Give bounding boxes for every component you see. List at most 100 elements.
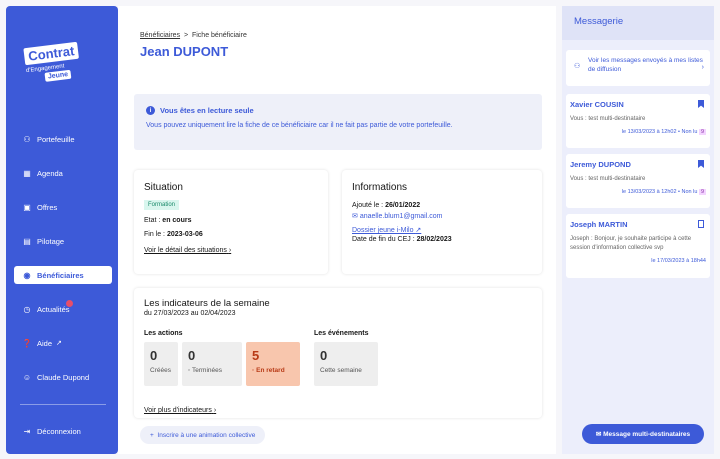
link-text: Voir plus d'indicateurs xyxy=(144,407,212,414)
nav-label: Aide xyxy=(37,338,53,348)
informations-card: Informations Ajouté le : 26/01/2022 ✉ an… xyxy=(342,170,542,274)
conv-meta: le 17/03/2023 à 18h44 xyxy=(651,258,706,264)
nav-label: Pilotage xyxy=(37,236,65,246)
nav-portefeuille[interactable]: ⚇ Portefeuille xyxy=(14,130,112,148)
more-indicators-link[interactable]: Voir plus d'indicateurs › xyxy=(144,407,216,414)
chevron-right-icon: > xyxy=(182,32,191,39)
plus-icon: + xyxy=(150,431,154,439)
tile-number: 5 xyxy=(252,348,260,363)
flag-outline-icon[interactable] xyxy=(698,220,704,228)
nav-label: Déconnexion xyxy=(37,426,81,436)
fin-cej-label: Date de fin du CEJ : xyxy=(352,236,417,243)
button-label: Inscrire à une animation collective xyxy=(157,431,256,439)
nav-actualites[interactable]: ◷ Actualités xyxy=(14,300,112,318)
dossier-link[interactable]: Dossier jeune i-Milo ↗ xyxy=(352,226,532,234)
tile-en-retard: 5 ◦ En retard xyxy=(246,342,300,386)
nav-offres[interactable]: ▣ Offres xyxy=(14,198,112,216)
conv-text: Joseph : Bonjour, je souhaite participe … xyxy=(570,236,692,251)
breadcrumb: Bénéficiaires > Fiche bénéficiaire xyxy=(140,32,247,39)
main-content: Bénéficiaires > Fiche bénéficiaire Jean … xyxy=(118,6,556,454)
breadcrumb-link[interactable]: Bénéficiaires xyxy=(140,32,180,39)
situation-tag: Formation xyxy=(144,200,180,210)
nav-agenda[interactable]: ▦ Agenda xyxy=(14,164,112,182)
nav-divider xyxy=(20,404,106,405)
tile-label: En retard xyxy=(256,367,285,374)
tile-terminees: 0 ◦ Terminées xyxy=(182,342,242,386)
alert-heading: Vous êtes en lecture seule xyxy=(160,106,254,115)
tile-creees: 0 Créées xyxy=(144,342,178,386)
logo-text: Contrat xyxy=(23,41,80,66)
offers-icon: ▣ xyxy=(23,202,31,212)
tile-label-wrap: ◦ En retard xyxy=(252,367,294,374)
anim-collective-button[interactable]: + Inscrire à une animation collective xyxy=(140,426,266,444)
nav-beneficiaires[interactable]: ◉ Bénéficiaires xyxy=(14,266,112,284)
email-value: anaelle.blum1@gmail.com xyxy=(359,213,443,220)
conv-name: Jeremy DUPOND xyxy=(570,160,631,169)
nav-label: Offres xyxy=(37,202,58,212)
multi-message-button[interactable]: ✉ Message multi-destinataires xyxy=(582,424,704,444)
dashboard-icon: ▤ xyxy=(23,236,31,246)
indicateurs-card: Les indicateurs de la semaine du 27/03/2… xyxy=(134,288,542,418)
readonly-alert: i Vous êtes en lecture seule Vous pouvez … xyxy=(134,94,542,150)
conv-meta: le 13/03/2023 à 12h02 • Non lu 9 xyxy=(570,189,706,195)
tile-label: Créées xyxy=(150,367,171,374)
arrow-icon: › xyxy=(228,247,232,254)
arrow-icon: › xyxy=(213,407,217,414)
nav-label: Actualités xyxy=(37,304,70,314)
conv-name: Joseph MARTIN xyxy=(570,220,628,229)
dossier-text: Dossier jeune i-Milo xyxy=(352,227,414,234)
tile-number: 0 xyxy=(320,348,328,363)
cej-logo: Contrat d'Engagement Jeune xyxy=(23,40,96,96)
conv-name: Xavier COUSIN xyxy=(570,100,624,109)
logo-jeune: Jeune xyxy=(44,69,72,82)
button-label: Message multi-destinataires xyxy=(603,430,691,438)
link-text: Voir le détail des situations xyxy=(144,247,227,254)
fin-cej-line: Date de fin du CEJ : 28/02/2023 xyxy=(352,236,532,243)
fin-value: 2023-03-06 xyxy=(166,231,203,238)
added-line: Ajouté le : 26/01/2022 xyxy=(352,202,532,209)
card-title: Informations xyxy=(352,182,408,193)
email-line: ✉ anaelle.blum1@gmail.com xyxy=(352,212,532,220)
clock-icon: ◷ xyxy=(23,304,31,314)
alert-text: Vous pouvez uniquement lire la fiche de … xyxy=(146,122,453,129)
conv-meta: le 13/03/2023 à 12h02 • Non lu 9 xyxy=(570,129,706,135)
sidebar: Contrat d'Engagement Jeune ⚇ Portefeuill… xyxy=(6,6,118,454)
nav-profile[interactable]: ☺ Claude Dupond xyxy=(14,368,112,386)
group-icon: ⚇ xyxy=(574,63,581,70)
added-label: Ajouté le : xyxy=(352,202,386,209)
conv-meta-text: le 13/03/2023 à 12h02 • Non lu xyxy=(621,129,698,135)
fin-cej-value: 28/02/2023 xyxy=(416,236,452,243)
tile-label: Cette semaine xyxy=(320,367,362,374)
diffusion-link[interactable]: ⚇ Voir les messages envoyés à mes listes… xyxy=(566,50,710,86)
conversation-item[interactable]: Jeremy DUPOND Vous : test multi-destinat… xyxy=(566,154,710,208)
breadcrumb-current: Fiche bénéficiaire xyxy=(191,32,247,39)
etat-value: en cours xyxy=(162,217,192,224)
logout-button[interactable]: ⇥ Déconnexion xyxy=(14,422,112,440)
etat-label: Etat : xyxy=(144,217,163,224)
nav-label: Agenda xyxy=(37,168,63,178)
messagerie-title: Messagerie xyxy=(562,6,714,40)
profile-icon: ☺ xyxy=(22,372,32,382)
users-icon: ⚇ xyxy=(23,134,31,144)
unread-count: 9 xyxy=(698,129,706,135)
conv-meta-text: le 13/03/2023 à 12h02 • Non lu xyxy=(621,189,698,195)
tile-label-wrap: ◦ Terminées xyxy=(188,367,236,374)
external-link-icon: ↗ xyxy=(415,227,422,234)
fin-line: Fin le : 2023-03-06 xyxy=(144,231,318,238)
situations-link[interactable]: Voir le détail des situations › xyxy=(144,247,318,254)
card-title: Situation xyxy=(144,182,183,193)
conversation-item[interactable]: Xavier COUSIN Vous : test multi-destinat… xyxy=(566,94,710,148)
calendar-icon: ▦ xyxy=(23,168,31,178)
etat-line: Etat : en cours xyxy=(144,217,318,224)
radio-icon: ◉ xyxy=(23,270,31,280)
tile-number: 0 xyxy=(150,348,158,363)
conv-text: Vous : test multi-destinataire xyxy=(570,176,646,182)
help-icon: ❓ xyxy=(22,338,32,348)
conversation-item[interactable]: Joseph MARTIN Joseph : Bonjour, je souha… xyxy=(566,214,710,278)
nav-pilotage[interactable]: ▤ Pilotage xyxy=(14,232,112,250)
mail-icon: ✉ xyxy=(352,213,358,220)
unread-count: 9 xyxy=(698,189,706,195)
nav-aide[interactable]: ❓ Aide ↗ xyxy=(14,334,112,352)
warning-icon: ◦ xyxy=(252,367,255,374)
nav-label: Claude Dupond xyxy=(37,372,90,382)
